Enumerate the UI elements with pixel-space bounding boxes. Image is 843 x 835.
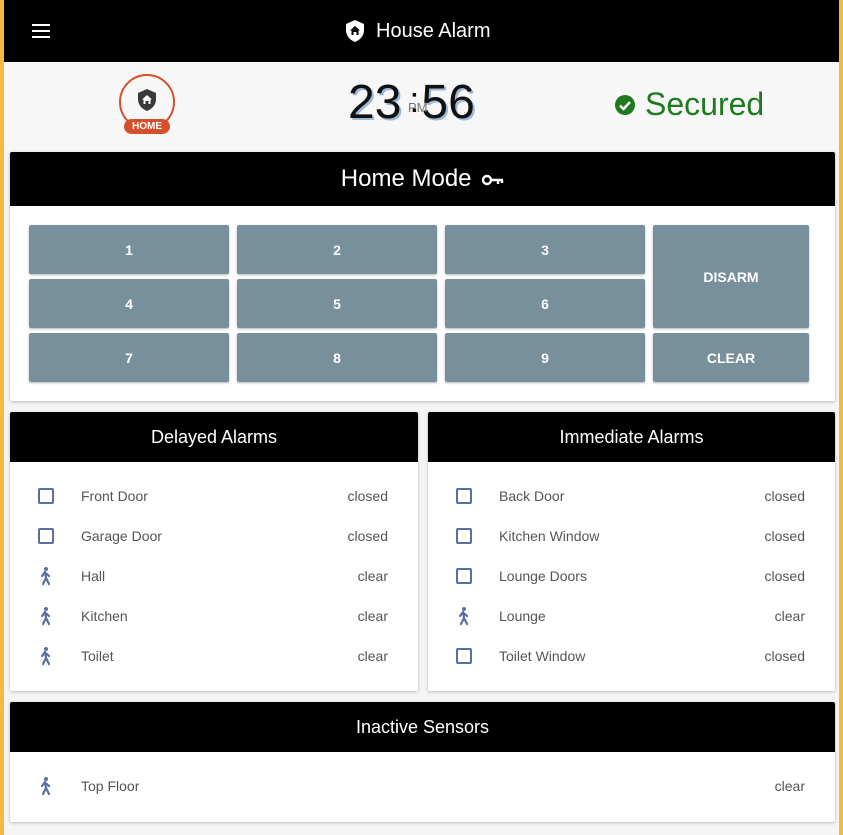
delayed-alarms-card: Delayed Alarms Front Door closed Garage Do… bbox=[10, 412, 418, 691]
security-status: Secured bbox=[615, 86, 764, 123]
motion-sensor-walk-icon bbox=[36, 566, 56, 586]
sensor-state: clear bbox=[357, 648, 388, 664]
hamburger-menu-icon[interactable] bbox=[32, 24, 50, 38]
door-sensor-checkbox-icon bbox=[36, 526, 56, 546]
sensor-name: Front Door bbox=[81, 488, 148, 504]
sensor-state: clear bbox=[774, 608, 805, 624]
sensor-name: Toilet bbox=[81, 648, 114, 664]
sensor-row: Lounge clear bbox=[428, 596, 835, 636]
keypad-key-9[interactable]: 9 bbox=[445, 333, 645, 382]
app-frame: House Alarm HOME 23 : PM 56 Secured Home… bbox=[4, 0, 839, 835]
sensor-row: Garage Door closed bbox=[10, 516, 418, 556]
sensor-state: clear bbox=[774, 778, 805, 794]
clock: 23 : PM 56 bbox=[348, 72, 475, 132]
keypad-key-1[interactable]: 1 bbox=[29, 225, 229, 274]
keypad-key-5[interactable]: 5 bbox=[237, 279, 437, 328]
clock-hours: 23 bbox=[348, 75, 402, 129]
sensor-row: Front Door closed bbox=[10, 476, 418, 516]
shield-home-icon bbox=[346, 20, 364, 42]
keypad-key-7[interactable]: 7 bbox=[29, 333, 229, 382]
sensor-name: Toilet Window bbox=[499, 648, 586, 664]
sensor-row: Kitchen clear bbox=[10, 596, 418, 636]
disarm-button[interactable]: DISARM bbox=[653, 225, 809, 328]
sensor-state: clear bbox=[357, 608, 388, 624]
check-circle-icon bbox=[615, 94, 635, 115]
sensor-row: Kitchen Window closed bbox=[428, 516, 835, 556]
door-sensor-checkbox-icon bbox=[454, 486, 474, 506]
clear-button[interactable]: CLEAR bbox=[653, 333, 809, 382]
app-bar: House Alarm bbox=[4, 0, 839, 62]
sensor-name: Kitchen bbox=[81, 608, 128, 624]
door-sensor-checkbox-icon bbox=[454, 566, 474, 586]
keypad-key-3[interactable]: 3 bbox=[445, 225, 645, 274]
clock-ampm: PM bbox=[408, 100, 428, 115]
mode-badge-label: HOME bbox=[124, 119, 170, 134]
keypad-title: Home Mode bbox=[340, 165, 472, 192]
keypad-key-4[interactable]: 4 bbox=[29, 279, 229, 328]
security-status-text: Secured bbox=[645, 86, 765, 122]
sensor-state: closed bbox=[764, 648, 805, 664]
door-sensor-checkbox-icon bbox=[454, 646, 474, 666]
sensor-state: closed bbox=[764, 528, 805, 544]
door-sensor-checkbox-icon bbox=[36, 486, 56, 506]
sensor-name: Top Floor bbox=[81, 778, 140, 794]
app-title-group: House Alarm bbox=[344, 17, 491, 45]
immediate-alarms-title: Immediate Alarms bbox=[428, 412, 835, 462]
keypad-key-6[interactable]: 6 bbox=[445, 279, 645, 328]
sensor-state: clear bbox=[357, 568, 388, 584]
sensor-row: Top Floor clear bbox=[10, 766, 835, 806]
inactive-sensors-card: Inactive Sensors Top Floor clear bbox=[10, 702, 835, 822]
sensor-state: closed bbox=[764, 568, 805, 584]
inactive-sensors-title: Inactive Sensors bbox=[10, 702, 835, 752]
keypad-header: Home Mode bbox=[10, 152, 835, 206]
clock-minutes: 56 bbox=[421, 75, 475, 129]
key-icon bbox=[482, 174, 504, 185]
sensor-name: Back Door bbox=[499, 488, 565, 504]
sensor-row: Hall clear bbox=[10, 556, 418, 596]
motion-sensor-walk-icon bbox=[36, 606, 56, 626]
motion-sensor-walk-icon bbox=[36, 646, 56, 666]
app-title: House Alarm bbox=[376, 19, 491, 42]
sensor-name: Garage Door bbox=[81, 528, 162, 544]
sensor-state: closed bbox=[347, 528, 388, 544]
sensor-row: Toilet Window closed bbox=[428, 636, 835, 676]
motion-sensor-walk-icon bbox=[454, 606, 474, 626]
sensor-state: closed bbox=[347, 488, 388, 504]
sensor-name: Lounge Doors bbox=[499, 568, 587, 584]
door-sensor-checkbox-icon bbox=[454, 526, 474, 546]
keypad-key-2[interactable]: 2 bbox=[237, 225, 437, 274]
sensor-name: Hall bbox=[81, 568, 106, 584]
keypad-key-8[interactable]: 8 bbox=[237, 333, 437, 382]
sensor-row: Lounge Doors closed bbox=[428, 556, 835, 596]
motion-sensor-walk-icon bbox=[36, 776, 56, 796]
status-row: HOME 23 : PM 56 Secured bbox=[4, 62, 839, 150]
shield-home-icon bbox=[138, 89, 156, 111]
sensor-name: Kitchen Window bbox=[499, 528, 600, 544]
sensor-state: closed bbox=[764, 488, 805, 504]
keypad-card: Home Mode 1 2 3 4 5 6 7 8 9 DISARM CLEAR bbox=[10, 152, 835, 401]
sensor-name: Lounge bbox=[499, 608, 546, 624]
delayed-alarms-title: Delayed Alarms bbox=[10, 412, 418, 462]
mode-badge[interactable]: HOME bbox=[118, 74, 176, 136]
sensor-row: Back Door closed bbox=[428, 476, 835, 516]
sensor-row: Toilet clear bbox=[10, 636, 418, 676]
immediate-alarms-card: Immediate Alarms Back Door closed Kitchen … bbox=[428, 412, 835, 691]
